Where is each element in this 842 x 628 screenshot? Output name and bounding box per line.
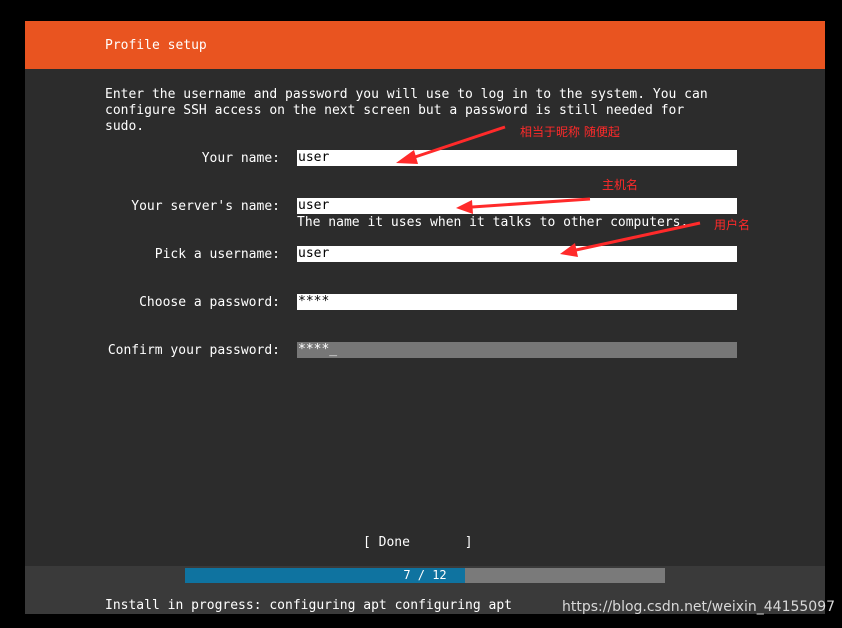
- annotation-nickname: 相当于昵称 随便起: [520, 125, 620, 139]
- annotation-arrows: [396, 125, 701, 257]
- annotation-hostname: 主机名: [602, 178, 639, 192]
- arrow-hostname-icon: [456, 197, 591, 214]
- arrow-username-icon: [560, 221, 701, 257]
- annotation-username: 用户名: [714, 218, 751, 232]
- arrow-nickname-icon: [396, 125, 506, 164]
- watermark-url: https://blog.csdn.net/weixin_44155097: [562, 599, 836, 615]
